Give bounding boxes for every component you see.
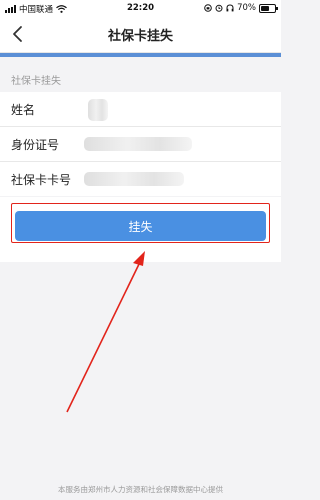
nav-bar: 社保卡挂失 — [0, 16, 281, 53]
id-number-label: 身份证号 — [11, 138, 60, 152]
battery-percent: 70% — [237, 3, 256, 13]
card-number-value-redacted — [84, 172, 184, 186]
headphones-icon — [226, 4, 234, 12]
alarm-icon — [215, 4, 223, 12]
footer-note: 本服务由郑州市人力资源和社会保障数据中心提供 — [58, 485, 223, 494]
battery-icon — [259, 3, 278, 13]
lock-icon — [204, 4, 212, 12]
form-row-name: 姓名 — [0, 92, 281, 127]
section-header: 社保卡挂失 — [0, 62, 281, 92]
status-right: 70% — [204, 3, 278, 13]
name-value-redacted — [88, 99, 108, 121]
card-number-label: 社保卡卡号 — [11, 173, 72, 187]
name-label: 姓名 — [11, 103, 36, 117]
card-loss-form: 姓名 身份证号 社保卡卡号 — [0, 92, 281, 196]
page-title: 社保卡挂失 — [107, 29, 173, 44]
section-title: 社保卡挂失 — [11, 76, 61, 87]
form-row-id-number: 身份证号 — [0, 127, 281, 162]
id-number-value-redacted — [84, 137, 192, 151]
form-row-card-number: 社保卡卡号 — [0, 162, 281, 196]
accent-strip — [0, 53, 281, 57]
report-loss-button[interactable]: 挂失 — [15, 211, 266, 241]
status-bar: 中国联通 22:20 70% — [0, 0, 281, 16]
